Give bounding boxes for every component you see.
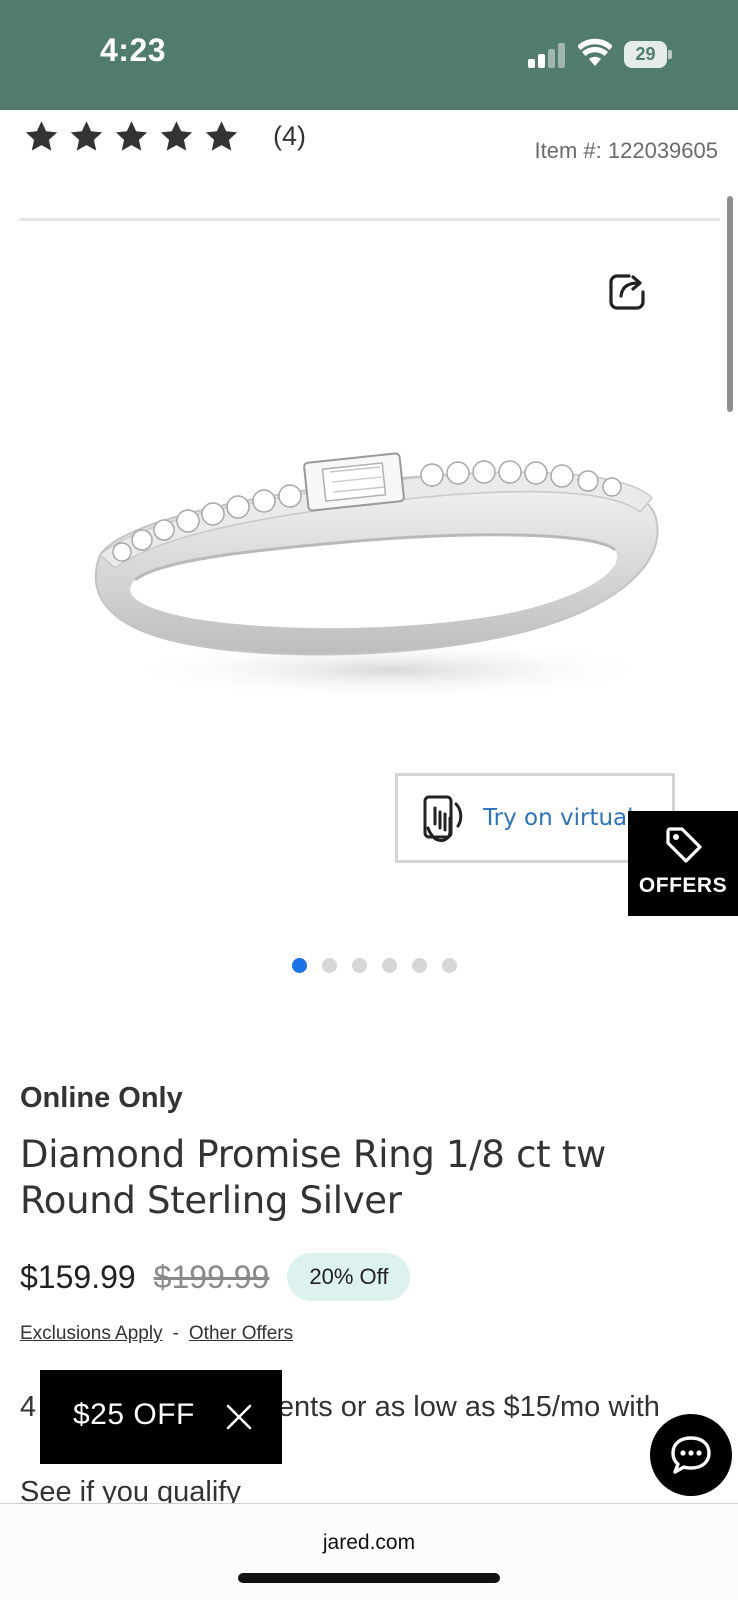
link-separator: - (172, 1323, 179, 1344)
promo-label: $25 OFF (73, 1398, 195, 1431)
price-row: $159.99 $199.99 20% Off (20, 1252, 411, 1302)
product-title: Diamond Promise Ring 1/8 ct tw Round Ste… (20, 1133, 607, 1222)
battery-icon: 29 (624, 41, 672, 68)
chat-button[interactable] (650, 1414, 732, 1496)
carousel-dot[interactable] (352, 958, 367, 973)
wifi-icon (578, 38, 612, 66)
offer-links: Exclusions Apply - Other Offers (20, 1323, 293, 1345)
review-count[interactable]: (4) (273, 121, 306, 152)
carousel-dot[interactable] (322, 958, 337, 973)
carousel-dots[interactable] (292, 958, 472, 973)
status-time: 4:23 (100, 32, 167, 68)
hand-phone-icon (423, 795, 463, 842)
item-number: Item #: 122039605 (534, 138, 718, 163)
star-icon (115, 120, 148, 151)
exclusions-apply-link[interactable]: Exclusions Apply (20, 1323, 163, 1344)
tag-icon (666, 827, 702, 863)
original-price: $199.99 (153, 1258, 270, 1295)
status-bar: 4:23 29 (0, 0, 738, 110)
try-on-label: Try on virtually (483, 805, 633, 831)
cellular-signal-icon (528, 42, 568, 68)
star-icon (205, 120, 238, 151)
url-label[interactable]: jared.com (0, 1531, 738, 1555)
product-image-ring[interactable] (80, 420, 680, 720)
carousel-dot[interactable] (412, 958, 427, 973)
promo-banner[interactable]: $25 OFF (40, 1370, 282, 1464)
current-price: $159.99 (20, 1258, 136, 1295)
home-indicator[interactable] (238, 1573, 500, 1583)
other-offers-link[interactable]: Other Offers (189, 1323, 293, 1344)
star-icon (70, 120, 103, 151)
star-icon (160, 120, 193, 151)
rating-row[interactable]: (4) (24, 116, 306, 156)
share-icon[interactable] (607, 270, 649, 312)
chat-bubble-icon (671, 1436, 711, 1474)
close-icon[interactable] (226, 1404, 252, 1430)
online-only-label: Online Only (20, 1082, 183, 1114)
battery-level: 29 (635, 44, 656, 64)
scrollbar[interactable] (727, 196, 733, 412)
offers-tab[interactable]: OFFERS (628, 811, 738, 916)
carousel-dot[interactable] (382, 958, 397, 973)
carousel-dot[interactable] (442, 958, 457, 973)
browser-bottom-bar: jared.com (0, 1503, 738, 1600)
discount-badge: 20% Off (287, 1253, 411, 1301)
offers-label: OFFERS (638, 874, 728, 897)
divider (20, 218, 720, 221)
star-icon (25, 120, 58, 151)
carousel-dot[interactable] (292, 958, 307, 973)
